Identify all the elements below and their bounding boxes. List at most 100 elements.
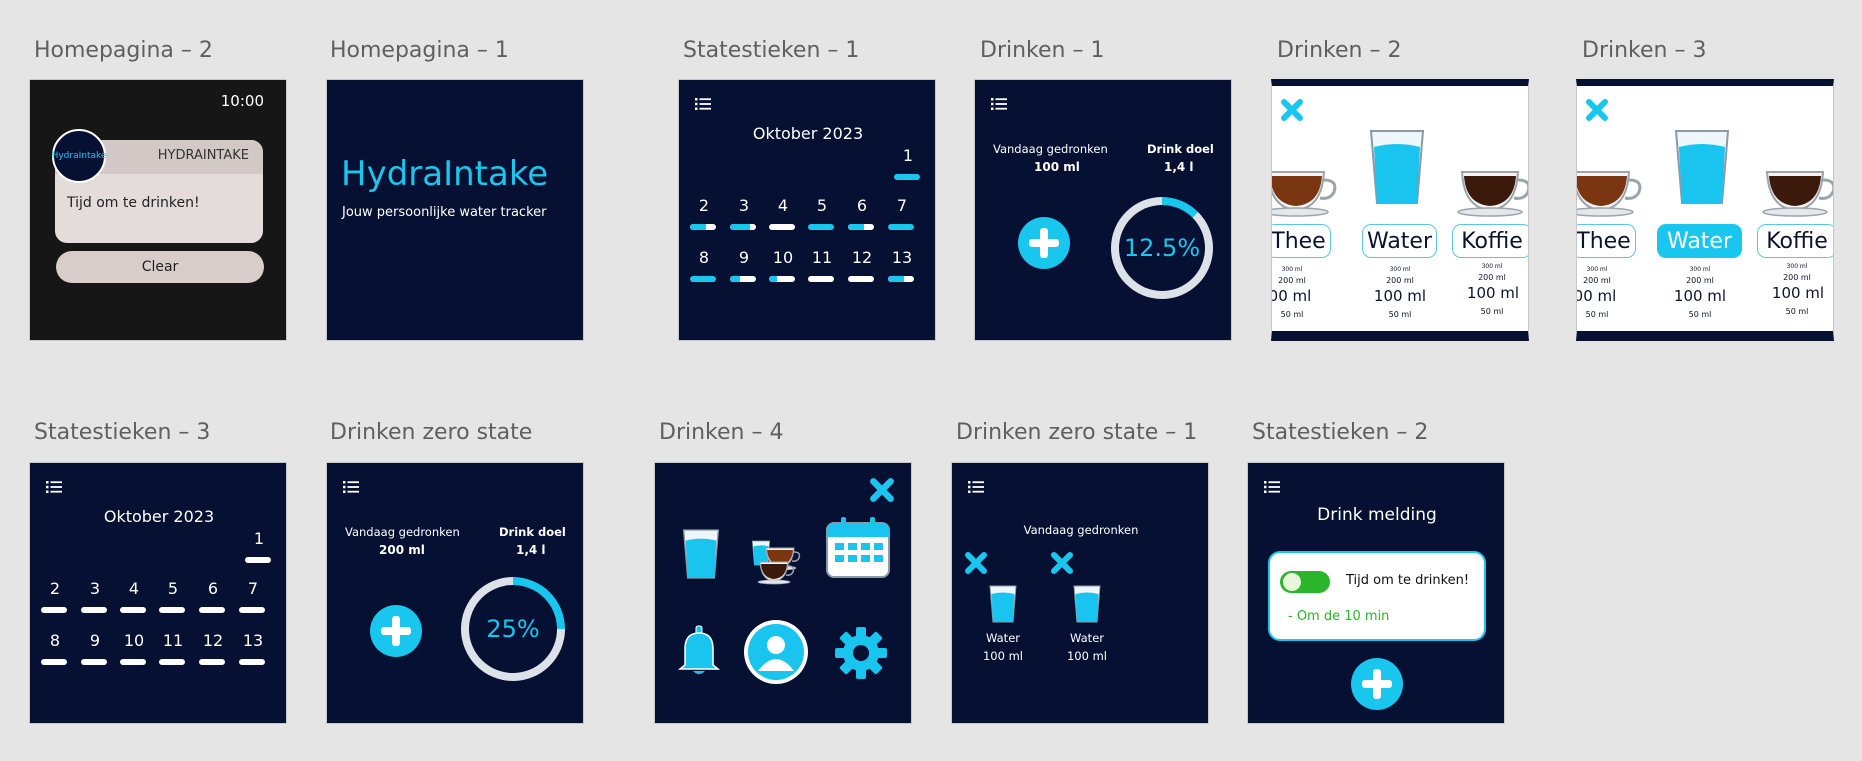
close-icon[interactable] [869,477,895,503]
calendar-day-8[interactable]: 8 [686,248,722,267]
menu-icon[interactable] [46,481,62,493]
add-drink-button[interactable] [370,605,422,657]
calendar-day-1[interactable]: 1 [241,529,277,548]
menu-icon[interactable] [968,481,984,493]
coffee-cup-icon[interactable] [1761,158,1834,218]
day-progress-bar [239,659,265,665]
menu-icon[interactable] [991,98,1007,110]
amount-main[interactable]: 00 ml [1577,287,1617,305]
calendar-day-10[interactable]: 10 [765,248,801,267]
tea-cup-icon[interactable] [1271,158,1342,218]
frame-homepagina-2[interactable]: 10:00 HYDRAINTAKE Tijd om te drinken! Hy… [29,79,287,341]
amount-main[interactable]: 100 ml [1763,284,1833,302]
calendar-day-4[interactable]: 4 [116,579,152,598]
frame-homepagina-1[interactable]: HydraIntake Jouw persoonlijke water trac… [326,79,584,341]
frame-statistieken-2[interactable]: Drink melding Tijd om te drinken! - Om d… [1247,462,1505,724]
calendar-day-5[interactable]: 5 [804,196,840,215]
calendar-day-6[interactable]: 6 [195,579,231,598]
calendar-day-4[interactable]: 4 [765,196,801,215]
calendar-day-7[interactable]: 7 [235,579,271,598]
amount-mid[interactable]: 200 ml [1375,276,1425,285]
clear-button[interactable]: Clear [56,251,264,283]
amount-low[interactable]: 50 ml [1272,310,1312,319]
calendar-icon[interactable] [825,515,891,579]
drink-option-koffie[interactable]: Koffie [1452,224,1528,258]
coffee-cup-icon[interactable] [1456,158,1529,218]
bell-icon[interactable] [677,625,721,677]
drink-option-thee[interactable]: Thee [1577,224,1636,258]
frame-drinken-4[interactable] [654,462,912,724]
calendar-day-12[interactable]: 12 [195,631,231,650]
amount-small[interactable]: 300 ml [1375,266,1425,273]
add-drink-button[interactable] [1018,217,1070,269]
frame-drinken-3[interactable]: Thee Water Koffie 300 ml 300 ml 300 ml 2… [1576,79,1834,341]
amount-low[interactable]: 50 ml [1375,310,1425,319]
amount-main[interactable]: 100 ml [1458,284,1528,302]
water-glass-icon[interactable] [1672,126,1732,208]
drink-option-water-selected[interactable]: Water [1657,224,1742,258]
calendar-day-2[interactable]: 2 [37,579,73,598]
settings-icon[interactable] [831,623,891,683]
calendar-day-11[interactable]: 11 [804,248,840,267]
menu-icon[interactable] [343,481,359,493]
close-icon[interactable] [1280,98,1304,122]
calendar-day-8[interactable]: 8 [37,631,73,650]
frame-drinken-1[interactable]: Vandaag gedronken 100 ml Drink doel 1,4 … [974,79,1232,341]
add-reminder-button[interactable] [1351,658,1403,710]
amount-small[interactable]: 300 ml [1577,266,1617,273]
day-progress-bar [81,659,107,665]
remove-entry-close-icon[interactable] [1050,551,1074,575]
drinks-cups-icon[interactable] [751,537,807,585]
calendar-day-9[interactable]: 9 [77,631,113,650]
remove-entry-close-icon[interactable] [964,551,988,575]
calendar-day-13[interactable]: 13 [235,631,271,650]
calendar-day-3[interactable]: 3 [726,196,762,215]
tea-cup-icon[interactable] [1576,158,1647,218]
calendar-day-13[interactable]: 13 [884,248,920,267]
amount-mid[interactable]: 200 ml [1467,273,1517,282]
drink-option-koffie[interactable]: Koffie [1757,224,1833,258]
frame-drinken-2[interactable]: Thee Water Koffie 300 ml 300 ml 300 ml 2… [1271,79,1529,341]
frame-drinken-zero-state[interactable]: Vandaag gedronken 200 ml Drink doel 1,4 … [326,462,584,724]
calendar-day-5[interactable]: 5 [155,579,191,598]
amount-low[interactable]: 50 ml [1772,307,1822,316]
frame-statistieken-1[interactable]: Oktober 2023 1 2 3 4 5 6 7 8 9 10 11 12 13 [678,79,936,341]
amount-main[interactable]: 100 ml [1665,287,1735,305]
amount-small[interactable]: 300 ml [1467,263,1517,270]
amount-main[interactable]: 100 ml [1365,287,1435,305]
amount-mid[interactable]: 200 ml [1675,276,1725,285]
menu-icon[interactable] [695,98,711,110]
calendar-day-10[interactable]: 10 [116,631,152,650]
calendar-day-11[interactable]: 11 [155,631,191,650]
progress-percent: 25% [469,585,557,673]
frame-drinken-zero-state-1[interactable]: Vandaag gedronken Water 100 ml Water 100… [951,462,1209,724]
drink-option-thee[interactable]: Thee [1272,224,1331,258]
amount-mid[interactable]: 200 ml [1272,276,1312,285]
reminder-card[interactable]: Tijd om te drinken! - Om de 10 min [1268,551,1486,641]
amount-low[interactable]: 50 ml [1577,310,1617,319]
calendar-day-12[interactable]: 12 [844,248,880,267]
frame-statistieken-3[interactable]: Oktober 2023 1 2 3 4 5 6 7 8 9 10 11 12 13 [29,462,287,724]
progress-ring: 12.5% [1111,197,1213,299]
amount-mid[interactable]: 200 ml [1577,276,1617,285]
close-icon[interactable] [1585,98,1609,122]
calendar-day-1[interactable]: 1 [890,146,926,165]
user-icon[interactable] [743,619,809,685]
amount-low[interactable]: 50 ml [1675,310,1725,319]
drink-option-water[interactable]: Water [1362,224,1437,258]
amount-small[interactable]: 300 ml [1772,263,1822,270]
calendar-day-6[interactable]: 6 [844,196,880,215]
water-glass-icon[interactable] [1367,126,1427,208]
water-glass-icon[interactable] [681,525,721,583]
amount-mid[interactable]: 200 ml [1772,273,1822,282]
calendar-day-2[interactable]: 2 [686,196,722,215]
amount-small[interactable]: 300 ml [1675,266,1725,273]
reminder-toggle[interactable] [1280,571,1330,593]
amount-small[interactable]: 300 ml [1272,266,1312,273]
calendar-day-7[interactable]: 7 [884,196,920,215]
amount-main[interactable]: 00 ml [1272,287,1312,305]
calendar-day-3[interactable]: 3 [77,579,113,598]
calendar-day-9[interactable]: 9 [726,248,762,267]
amount-low[interactable]: 50 ml [1467,307,1517,316]
menu-icon[interactable] [1264,481,1280,493]
